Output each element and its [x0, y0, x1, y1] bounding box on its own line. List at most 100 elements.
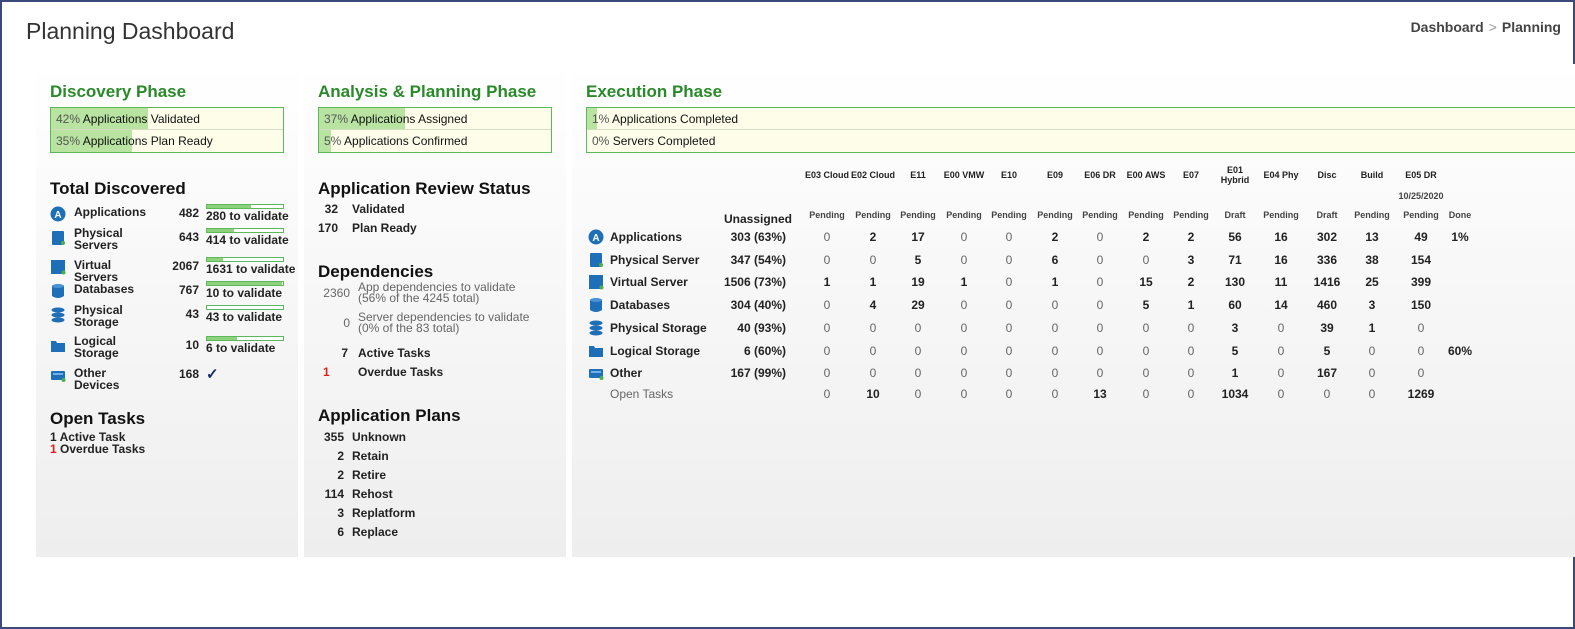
total-discovered-row[interactable]: A Applications 482 280 to validate — [50, 204, 300, 226]
discovery-progress-text[interactable]: 42% Applications Validated — [51, 108, 283, 130]
kv-count: 1 — [323, 365, 330, 379]
execution-cell[interactable]: 1 — [1030, 275, 1080, 289]
execution-cell[interactable]: 56 — [1210, 230, 1260, 244]
execution-row-label[interactable]: Physical Server — [610, 253, 699, 267]
execution-cell[interactable]: 71 — [1210, 253, 1260, 267]
execution-cell[interactable]: 5 — [1121, 298, 1171, 312]
breadcrumb-dashboard[interactable]: Dashboard — [1411, 19, 1484, 35]
execution-cell[interactable]: 2 — [1030, 230, 1080, 244]
execution-cell[interactable]: 2 — [848, 230, 898, 244]
execution-cell[interactable]: 15 — [1121, 275, 1171, 289]
execution-cell[interactable]: 2 — [1166, 275, 1216, 289]
execution-cell[interactable]: 1 — [802, 275, 852, 289]
execution-cell[interactable]: 2 — [1121, 230, 1171, 244]
validate-count[interactable]: 414 to validate — [206, 233, 289, 247]
total-discovered-row[interactable]: Virtual Servers 2067 1631 to validate — [50, 257, 300, 283]
open-tasks-cell[interactable]: 1034 — [1210, 387, 1260, 401]
execution-cell[interactable]: 3 — [1166, 253, 1216, 267]
execution-cell[interactable]: 38 — [1347, 253, 1397, 267]
execution-cell: 0 — [869, 321, 877, 335]
execution-cell[interactable]: 1416 — [1302, 275, 1352, 289]
total-discovered-row[interactable]: Databases 767 10 to validate — [50, 281, 300, 303]
progress-percent: 5% — [324, 134, 345, 148]
analysis-progress-text[interactable]: 37% Applications Assigned — [319, 108, 551, 130]
validate-count[interactable]: 280 to validate — [206, 209, 289, 223]
execution-cell[interactable]: 25 — [1347, 275, 1397, 289]
total-discovered-row[interactable]: Logical Storage 10 6 to validate — [50, 335, 300, 359]
execution-cell[interactable]: 5 — [1302, 344, 1352, 358]
total-discovered-row[interactable]: Physical Storage 43 43 to validate — [50, 304, 300, 328]
execution-cell[interactable]: 1 — [939, 275, 989, 289]
overdue-task-link[interactable]: 1 Overdue Tasks — [50, 442, 145, 456]
execution-cell: 0 — [1142, 366, 1150, 380]
execution-cell[interactable]: 154 — [1396, 253, 1446, 267]
execution-cell[interactable]: 130 — [1210, 275, 1260, 289]
execution-phase-title[interactable]: Execution Phase — [586, 82, 722, 102]
discovery-phase-title[interactable]: Discovery Phase — [50, 82, 186, 102]
execution-cell[interactable]: 150 — [1396, 298, 1446, 312]
execution-cell[interactable]: 1 — [848, 275, 898, 289]
kv-row[interactable]: 355 Unknown — [318, 430, 406, 444]
execution-cell[interactable]: 4 — [848, 298, 898, 312]
kv-row[interactable]: 1 Overdue Tasks — [318, 365, 443, 379]
execution-row-label[interactable]: Logical Storage — [610, 344, 700, 358]
execution-cell[interactable]: 11 — [1256, 275, 1306, 289]
execution-cell[interactable]: 16 — [1256, 230, 1306, 244]
execution-cell[interactable]: 1 — [1347, 321, 1397, 335]
total-discovered-row[interactable]: Physical Servers 643 414 to validate — [50, 227, 300, 251]
other-device-icon — [588, 365, 604, 386]
kv-row[interactable]: 6 Replace — [318, 525, 398, 539]
kv-row[interactable]: 2 Retire — [318, 468, 386, 482]
execution-row-label[interactable]: Physical Storage — [610, 321, 707, 335]
event-column-header[interactable]: E05 DR — [1391, 170, 1451, 180]
execution-cell[interactable]: 14 — [1256, 298, 1306, 312]
execution-cell[interactable]: 5 — [893, 253, 943, 267]
execution-cell[interactable]: 3 — [1210, 321, 1260, 335]
execution-row-label[interactable]: Other — [610, 366, 642, 380]
execution-cell[interactable]: 60% — [1435, 344, 1485, 358]
execution-cell[interactable]: 19 — [893, 275, 943, 289]
kv-row[interactable]: 7 Active Tasks — [318, 346, 430, 360]
validate-count[interactable]: 6 to validate — [206, 341, 275, 355]
execution-cell[interactable]: 167 — [1302, 366, 1352, 380]
execution-cell[interactable]: 1 — [1210, 366, 1260, 380]
discovery-progress-text[interactable]: 35% Applications Plan Ready — [51, 130, 283, 152]
open-tasks-cell[interactable]: 10 — [848, 387, 898, 401]
kv-row[interactable]: 2 Retain — [318, 449, 388, 463]
execution-row-label[interactable]: Databases — [610, 298, 670, 312]
execution-progress-text[interactable]: 1% Applications Completed — [587, 108, 1575, 130]
execution-cell[interactable]: 5 — [1210, 344, 1260, 358]
execution-cell[interactable]: 399 — [1396, 275, 1446, 289]
kv-row[interactable]: 3 Replatform — [318, 506, 415, 520]
execution-row-label[interactable]: Virtual Server — [610, 275, 688, 289]
execution-cell[interactable]: 29 — [893, 298, 943, 312]
analysis-progress-text[interactable]: 5% Applications Confirmed — [319, 130, 551, 152]
execution-cell[interactable]: 1 — [1166, 298, 1216, 312]
execution-cell[interactable]: 39 — [1302, 321, 1352, 335]
execution-progress-text[interactable]: 0% Servers Completed — [587, 130, 1575, 152]
execution-cell[interactable]: 13 — [1347, 230, 1397, 244]
execution-row-label[interactable]: Applications — [610, 230, 682, 244]
validate-count[interactable]: 43 to validate — [206, 310, 282, 324]
execution-cell[interactable]: 17 — [893, 230, 943, 244]
execution-cell[interactable]: 1% — [1435, 230, 1485, 244]
execution-cell[interactable]: 302 — [1302, 230, 1352, 244]
execution-cell[interactable]: 16 — [1256, 253, 1306, 267]
validate-count[interactable]: 1631 to validate — [206, 262, 295, 276]
open-tasks-cell[interactable]: 13 — [1075, 387, 1125, 401]
analysis-phase-title[interactable]: Analysis & Planning Phase — [318, 82, 536, 102]
kv-row[interactable]: 170 Plan Ready — [318, 221, 417, 235]
execution-cell[interactable]: 460 — [1302, 298, 1352, 312]
kv-row[interactable]: 32 Validated — [318, 202, 405, 216]
open-tasks-cell[interactable]: 1269 — [1396, 387, 1446, 401]
validate-count[interactable]: 10 to validate — [206, 286, 282, 300]
execution-cell[interactable]: 3 — [1347, 298, 1397, 312]
execution-cell: 0 — [1417, 366, 1425, 380]
execution-cell[interactable]: 2 — [1166, 230, 1216, 244]
execution-cell[interactable]: 336 — [1302, 253, 1352, 267]
execution-cell[interactable]: 6 — [1030, 253, 1080, 267]
page-title: Planning Dashboard — [26, 18, 235, 44]
execution-cell[interactable]: 60 — [1210, 298, 1260, 312]
total-discovered-row[interactable]: Other Devices 168 ✓ — [50, 365, 300, 391]
kv-row[interactable]: 114 Rehost — [318, 487, 393, 501]
